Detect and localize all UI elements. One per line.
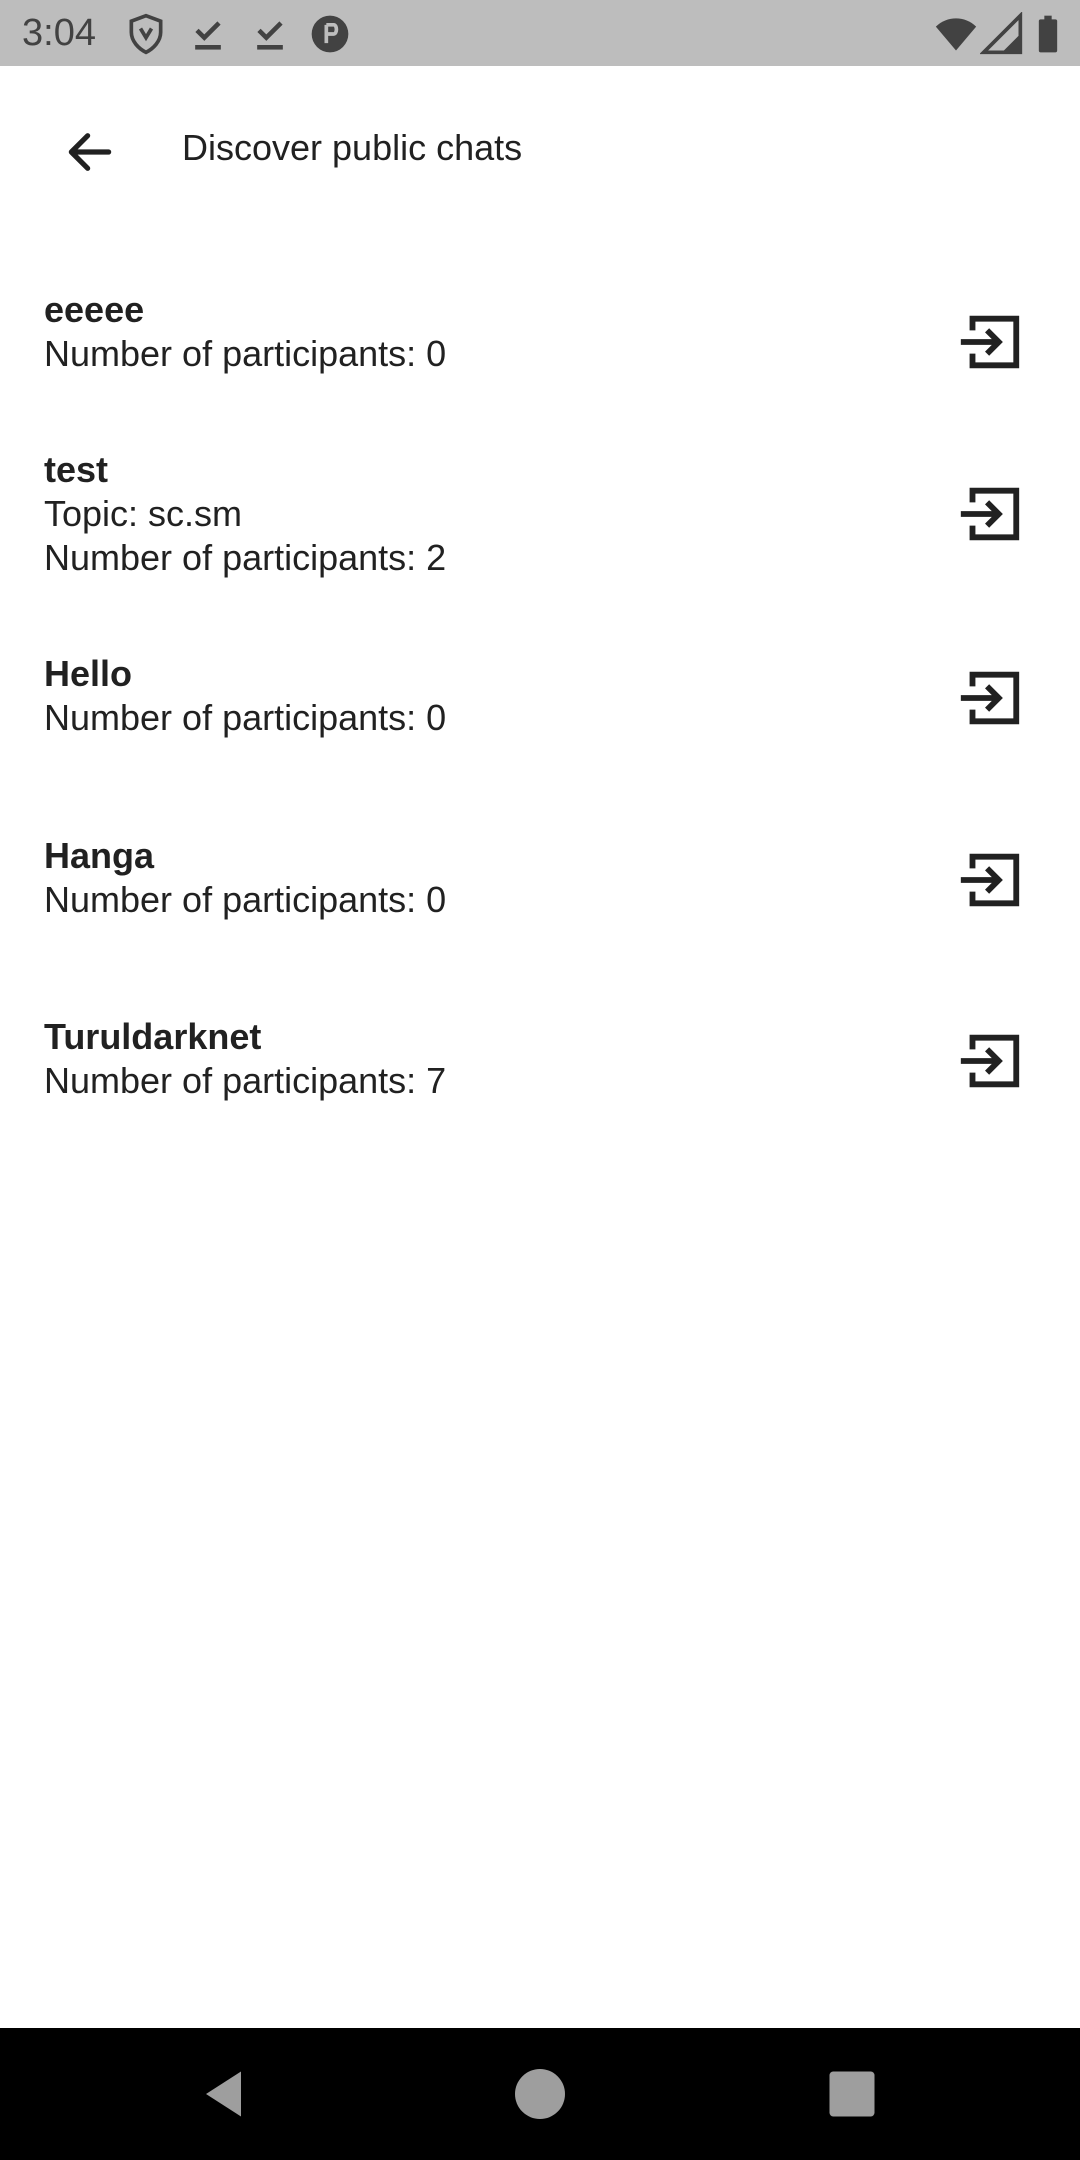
chat-participants: Number of participants: 0 (44, 697, 447, 738)
list-item[interactable]: test Topic: sc.sm Number of participants… (0, 448, 1080, 598)
status-bar: 3:04 (0, 0, 1080, 66)
status-time: 3:04 (22, 12, 96, 54)
chat-participants: Number of participants: 2 (44, 537, 447, 578)
join-chat-button[interactable] (944, 468, 1036, 560)
chat-participants: Number of participants: 0 (44, 879, 447, 920)
back-button[interactable] (44, 106, 136, 198)
list-item[interactable]: Hello Number of participants: 0 (0, 652, 1080, 762)
page-title: Discover public chats (182, 127, 523, 168)
join-chat-button[interactable] (944, 834, 1036, 926)
list-item[interactable]: Turuldarknet Number of participants: 7 (0, 1015, 1080, 1125)
battery-icon (1026, 12, 1070, 56)
recents-square-icon (829, 2071, 875, 2117)
chat-name: eeeee (44, 289, 145, 330)
chat-name: Hanga (44, 835, 155, 876)
chat-name: Turuldarknet (44, 1016, 262, 1057)
list-item[interactable]: Hanga Number of participants: 0 (0, 834, 1080, 944)
join-chat-button[interactable] (944, 652, 1036, 744)
login-icon (960, 853, 1020, 907)
chat-participants: Number of participants: 0 (44, 333, 447, 374)
chat-name: test (44, 449, 109, 490)
signal-icon (980, 12, 1024, 56)
chat-text: Hello Number of participants: 0 (44, 652, 446, 740)
nav-back-button[interactable] (186, 2054, 266, 2134)
shield-icon (124, 12, 168, 56)
arrow-left-icon (68, 133, 112, 171)
check-download-icon (186, 12, 230, 56)
chat-topic: Topic: sc.sm (44, 493, 243, 534)
nav-recents-button[interactable] (812, 2054, 892, 2134)
login-icon (960, 315, 1020, 369)
login-icon (960, 487, 1020, 541)
join-chat-button[interactable] (944, 1015, 1036, 1107)
login-icon (960, 1034, 1020, 1088)
check-download-icon (248, 12, 292, 56)
chat-text: eeeee Number of participants: 0 (44, 288, 446, 376)
home-circle-icon (515, 2069, 565, 2119)
app-bar: Discover public chats (0, 66, 1080, 220)
chat-participants: Number of participants: 7 (44, 1060, 447, 1101)
chat-name: Hello (44, 653, 133, 694)
chat-text: Hanga Number of participants: 0 (44, 834, 446, 922)
nav-home-button[interactable] (500, 2054, 580, 2134)
login-icon (960, 671, 1020, 725)
list-item[interactable]: eeeee Number of participants: 0 (0, 288, 1080, 418)
chat-text: Turuldarknet Number of participants: 7 (44, 1015, 446, 1103)
wifi-icon (934, 12, 978, 56)
join-chat-button[interactable] (944, 296, 1036, 388)
chat-text: test Topic: sc.sm Number of participants… (44, 448, 446, 580)
system-nav-bar (0, 2028, 1080, 2160)
back-triangle-icon (206, 2071, 241, 2117)
rounded-app-icon (308, 12, 352, 56)
